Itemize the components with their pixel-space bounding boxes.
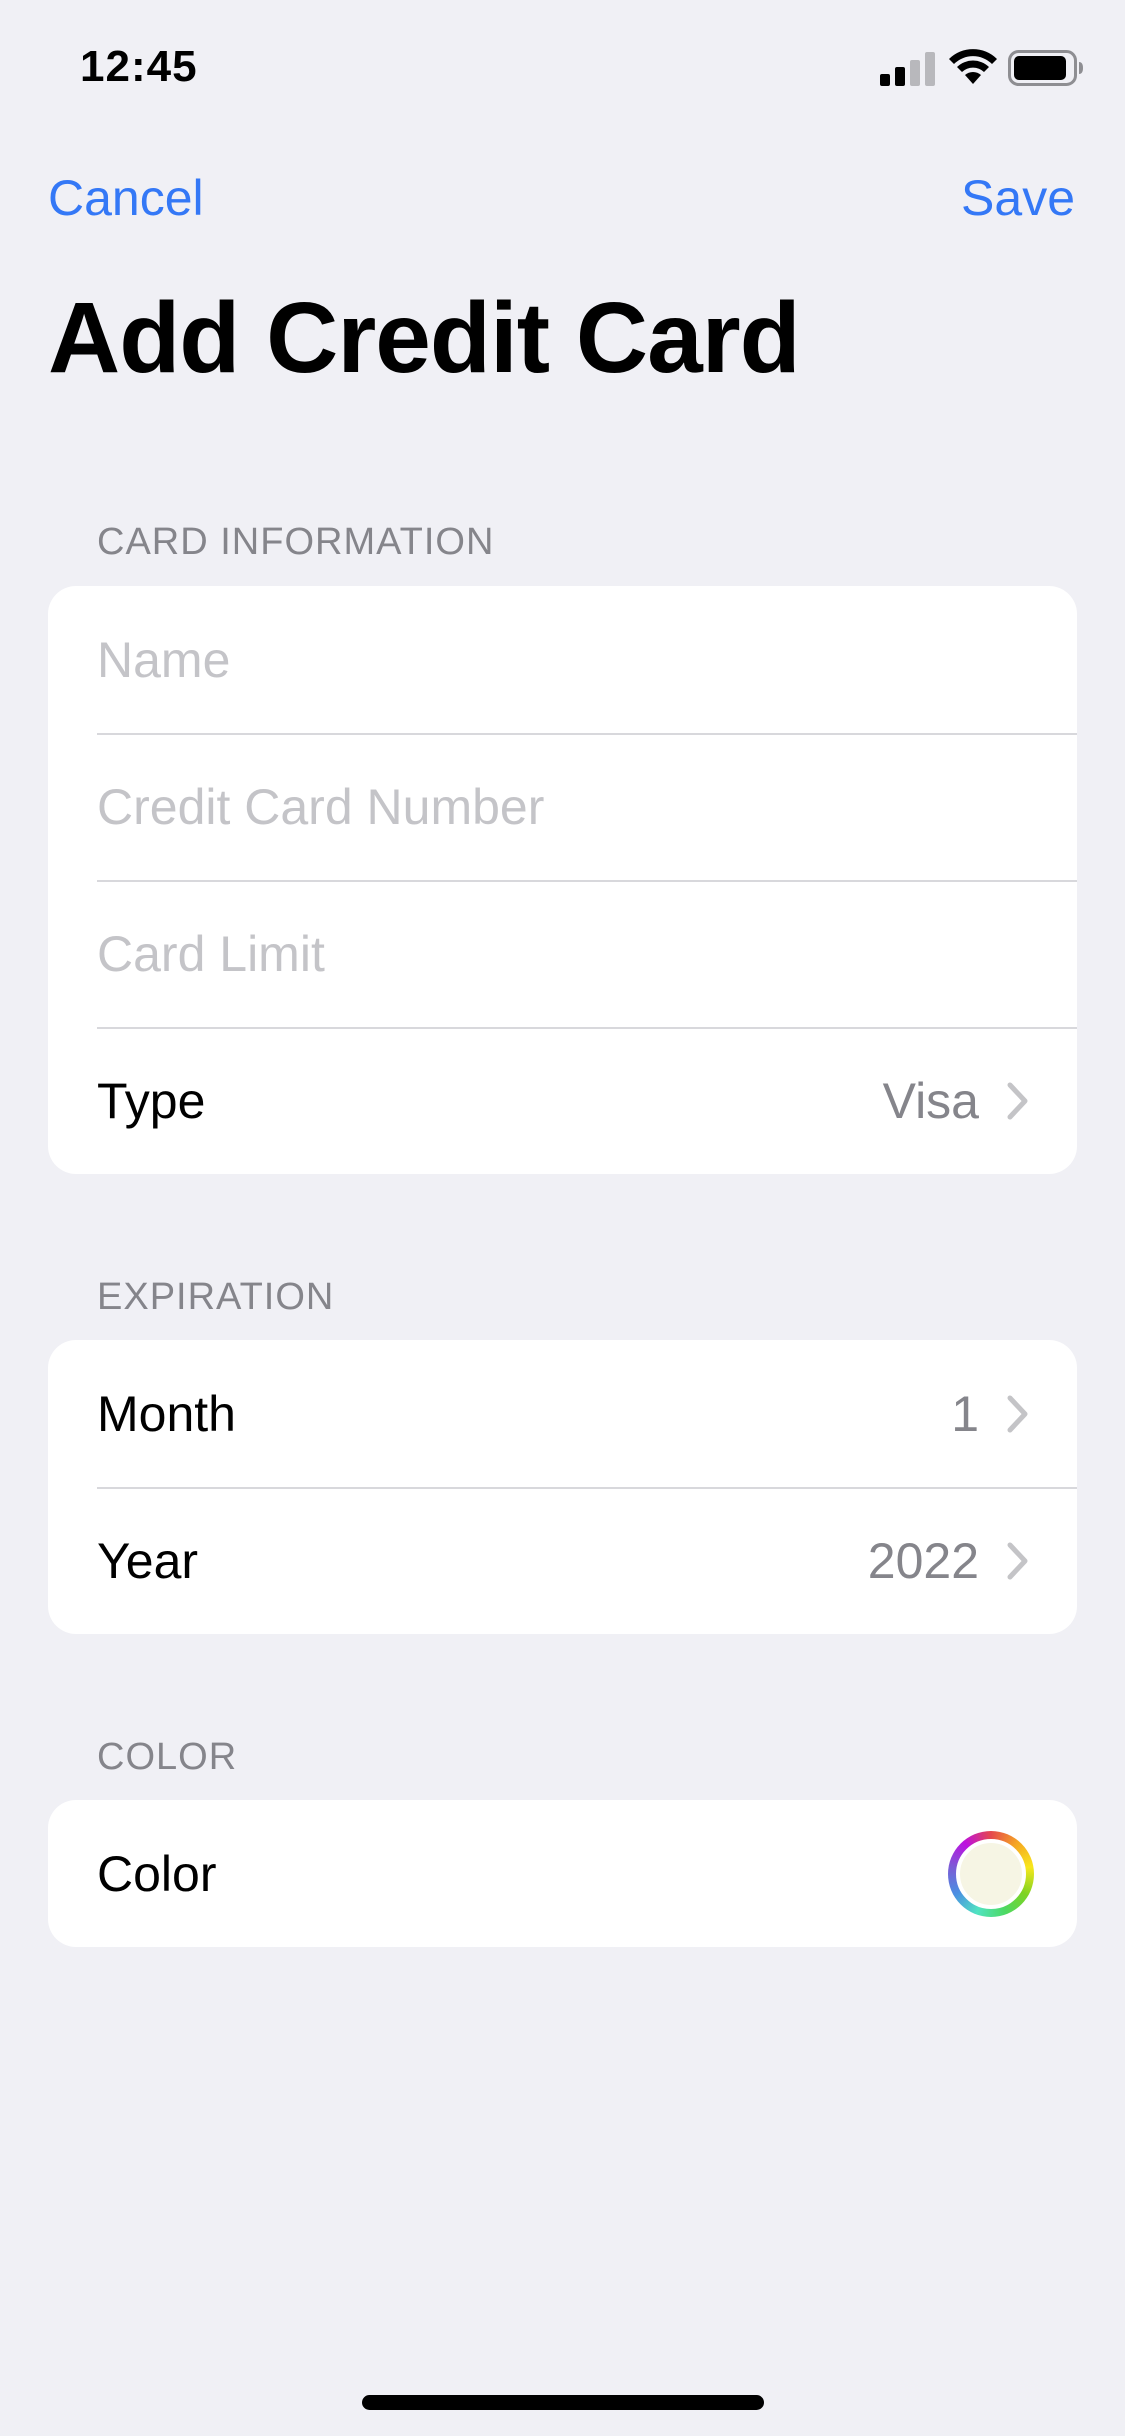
card-information-group: Name Credit Card Number Card Limit Type …: [48, 586, 1077, 1174]
status-time: 12:45: [80, 42, 198, 91]
color-group: Color: [48, 1800, 1077, 1947]
month-row[interactable]: Month 1: [48, 1340, 1077, 1487]
wifi-icon: [949, 49, 997, 84]
color-header: COLOR: [97, 1736, 238, 1778]
month-label: Month: [97, 1385, 236, 1442]
card-information-header: CARD INFORMATION: [97, 521, 495, 563]
cellular-signal-icon: [880, 52, 935, 86]
status-bar: 12:45: [0, 0, 1125, 130]
type-label: Type: [97, 1072, 206, 1129]
name-placeholder: Name: [97, 631, 231, 688]
year-value: 2022: [867, 1532, 979, 1589]
year-row[interactable]: Year 2022: [48, 1487, 1077, 1634]
color-picker-well[interactable]: [948, 1830, 1034, 1917]
battery-icon: [1008, 50, 1083, 86]
add-credit-card-screen: 12:45 Cancel Save Add Credit Card CARD I…: [0, 0, 1125, 2436]
expiration-header: EXPIRATION: [97, 1276, 335, 1318]
expiration-group: Month 1 Year 2022: [48, 1340, 1077, 1634]
month-value: 1: [951, 1385, 979, 1442]
chevron-right-icon: [1007, 1395, 1028, 1432]
cancel-button[interactable]: Cancel: [48, 168, 204, 228]
chevron-right-icon: [1007, 1542, 1028, 1579]
home-indicator[interactable]: [362, 2395, 764, 2410]
name-field[interactable]: Name: [48, 586, 1077, 733]
credit-card-number-field[interactable]: Credit Card Number: [48, 733, 1077, 880]
credit-card-number-placeholder: Credit Card Number: [97, 778, 545, 835]
chevron-right-icon: [1007, 1082, 1028, 1119]
type-row[interactable]: Type Visa: [48, 1027, 1077, 1174]
page-title: Add Credit Card: [48, 282, 801, 394]
color-row: Color: [48, 1800, 1077, 1947]
card-limit-field[interactable]: Card Limit: [48, 880, 1077, 1027]
save-button[interactable]: Save: [961, 168, 1075, 228]
card-limit-placeholder: Card Limit: [97, 925, 325, 982]
selected-color-swatch: [956, 1838, 1026, 1909]
color-label: Color: [97, 1845, 217, 1902]
type-value: Visa: [882, 1072, 979, 1129]
year-label: Year: [97, 1532, 199, 1589]
